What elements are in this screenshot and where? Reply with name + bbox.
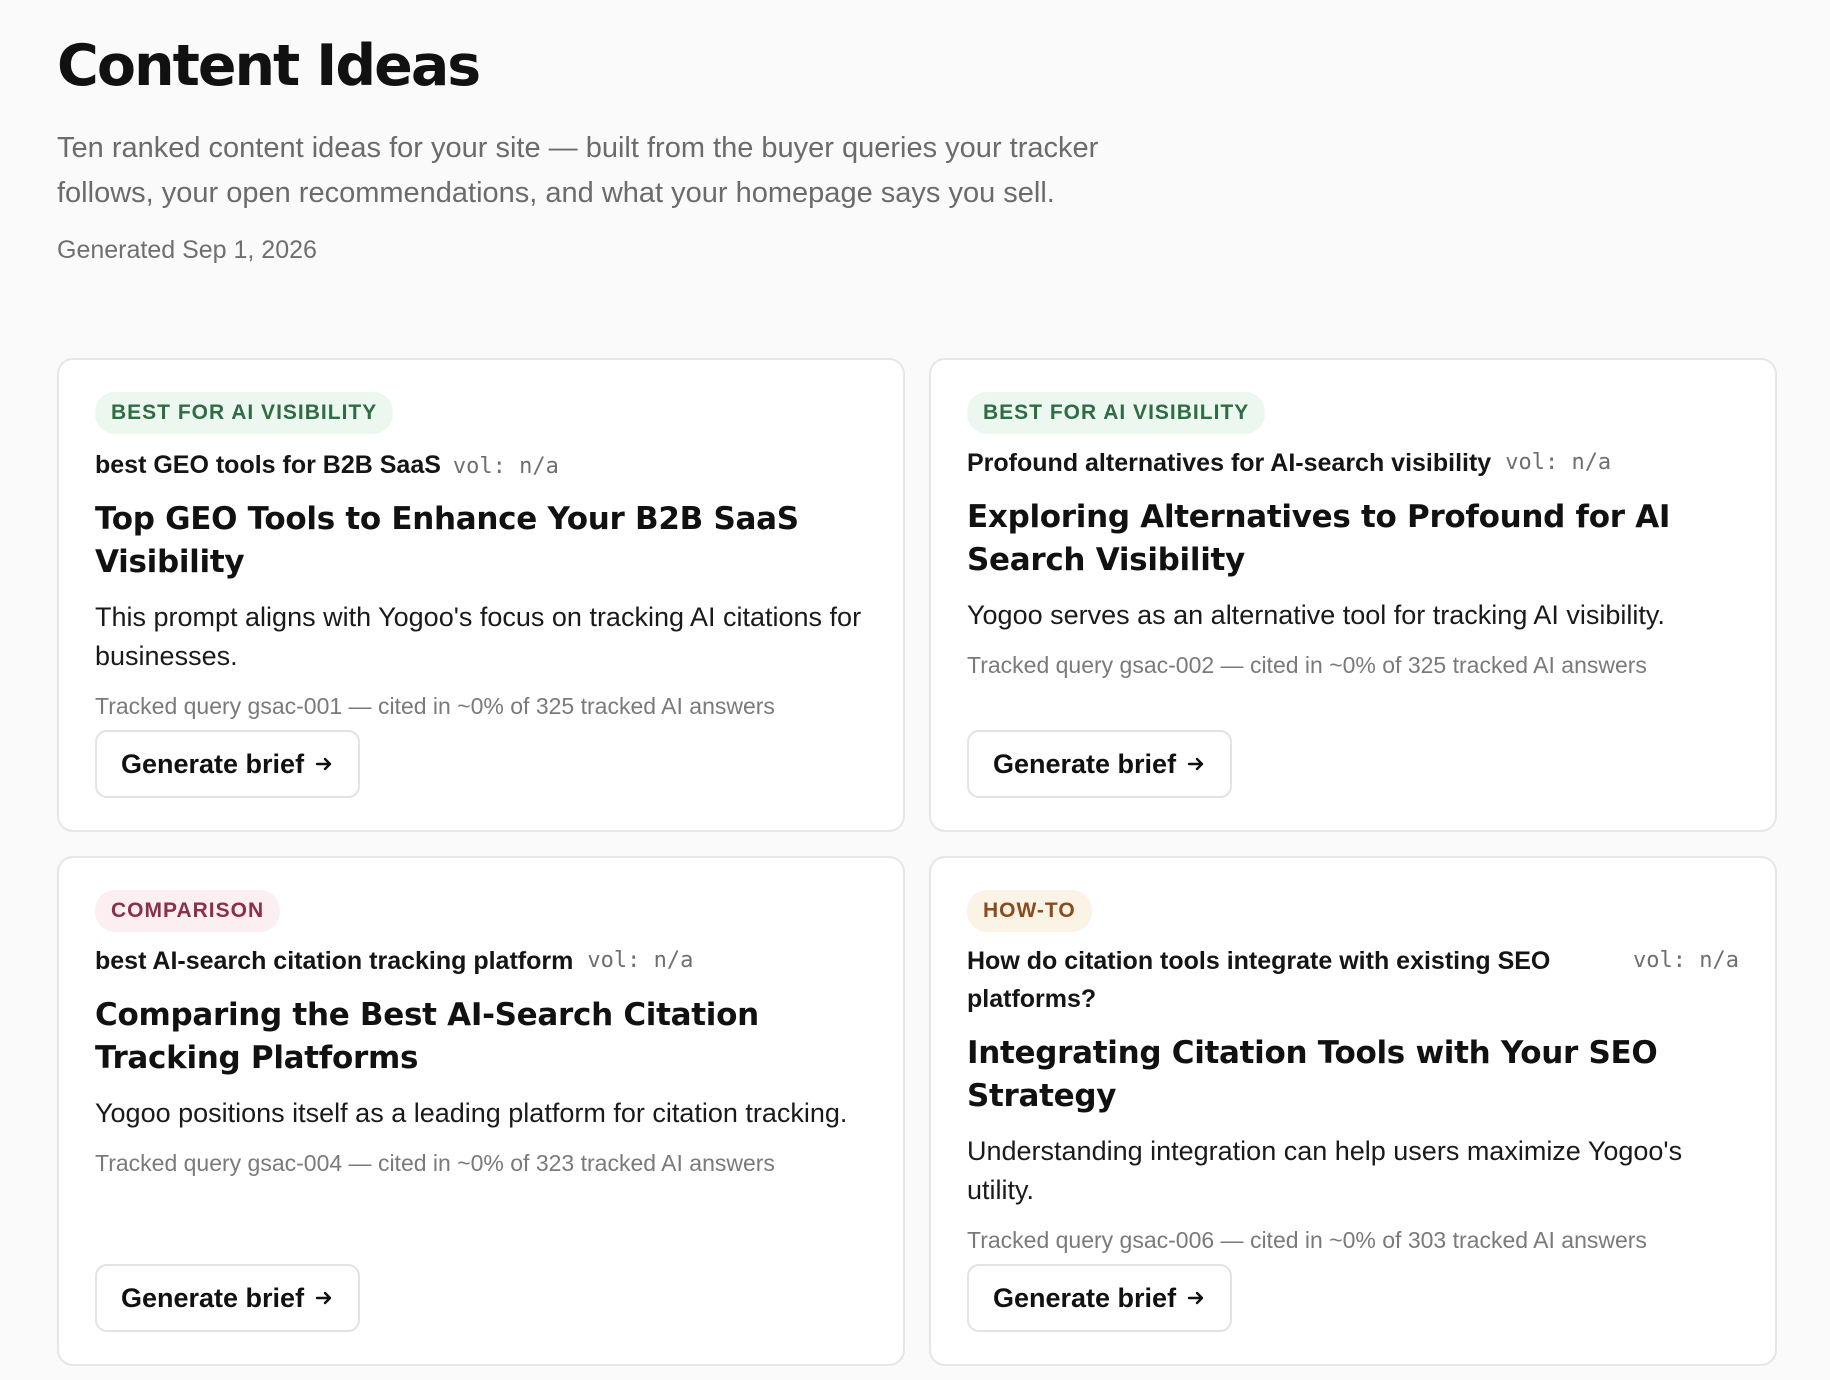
category-badge: COMPARISON bbox=[95, 890, 281, 932]
search-volume: vol: n/a bbox=[1633, 948, 1739, 973]
generate-brief-label: Generate brief bbox=[993, 1282, 1177, 1313]
search-volume: vol: n/a bbox=[1505, 450, 1612, 475]
idea-card: COMPARISON best AI-search citation track… bbox=[57, 856, 905, 1366]
arrow-right-icon bbox=[1186, 1288, 1206, 1308]
page-title: Content Ideas bbox=[57, 33, 481, 99]
page-subtitle: Ten ranked content ideas for your site —… bbox=[57, 132, 1099, 209]
category-badge: BEST FOR AI VISIBILITY bbox=[95, 392, 394, 434]
search-volume: vol: n/a bbox=[587, 948, 694, 973]
idea-card: BEST FOR AI VISIBILITY Profound alternat… bbox=[929, 358, 1777, 832]
content-ideas-page: Content Ideas Ten ranked content ideas f… bbox=[0, 0, 1830, 1380]
generate-brief-button[interactable]: Generate brief bbox=[95, 730, 361, 798]
card-meta: HOW-TO bbox=[967, 890, 1739, 932]
tracked-info: Tracked query gsac-002 — cited in ~0% of… bbox=[967, 652, 1647, 678]
generate-brief-label: Generate brief bbox=[993, 748, 1177, 779]
generate-brief-button[interactable]: Generate brief bbox=[967, 730, 1233, 798]
category-badge: BEST FOR AI VISIBILITY bbox=[967, 392, 1266, 434]
tracked-query: Profound alternatives for AI-search visi… bbox=[967, 449, 1492, 477]
tracked-query: best AI-search citation tracking platfor… bbox=[95, 947, 574, 975]
arrow-right-icon bbox=[314, 754, 334, 774]
generate-brief-label: Generate brief bbox=[121, 1282, 305, 1313]
generate-brief-button[interactable]: Generate brief bbox=[95, 1264, 361, 1332]
card-meta: BEST FOR AI VISIBILITY bbox=[967, 392, 1739, 434]
tracked-info: Tracked query gsac-004 — cited in ~0% of… bbox=[95, 1150, 775, 1176]
ideas-grid: BEST FOR AI VISIBILITY best GEO tools fo… bbox=[57, 358, 1777, 1366]
tracked-query: How do citation tools integrate with exi… bbox=[967, 947, 1551, 1013]
idea-card: BEST FOR AI VISIBILITY best GEO tools fo… bbox=[57, 358, 905, 832]
tracked-query: best GEO tools for B2B SaaS bbox=[95, 451, 441, 479]
arrow-right-icon bbox=[1186, 754, 1206, 774]
tracked-info: Tracked query gsac-006 — cited in ~0% of… bbox=[967, 1227, 1647, 1253]
generated-date: Generated Sep 1, 2026 bbox=[57, 236, 317, 264]
search-volume: vol: n/a bbox=[452, 454, 559, 479]
idea-description: Understanding integration can help users… bbox=[967, 1136, 1683, 1205]
idea-description: Yogoo serves as an alternative tool for … bbox=[967, 600, 1665, 630]
generate-brief-button[interactable]: Generate brief bbox=[967, 1264, 1233, 1332]
query-wrap: best GEO tools for B2B SaaS vol: n/a bbox=[95, 446, 559, 484]
generate-brief-label: Generate brief bbox=[121, 748, 305, 779]
idea-title: Integrating Citation Tools with Your SEO… bbox=[967, 1035, 1658, 1114]
idea-title: Exploring Alternatives to Profound for A… bbox=[967, 499, 1671, 578]
idea-description: This prompt aligns with Yogoo's focus on… bbox=[95, 602, 862, 671]
arrow-right-icon bbox=[314, 1288, 334, 1308]
idea-card: HOW-TO How do citation tools integrate w… bbox=[929, 856, 1777, 1366]
idea-title: Top GEO Tools to Enhance Your B2B SaaS V… bbox=[95, 501, 799, 580]
query-wrap: Profound alternatives for AI-search visi… bbox=[967, 444, 1739, 482]
idea-title: Comparing the Best AI-Search Citation Tr… bbox=[95, 997, 759, 1076]
card-meta: BEST FOR AI VISIBILITY best GEO tools fo… bbox=[95, 392, 867, 484]
category-badge: HOW-TO bbox=[967, 890, 1092, 932]
query-wrap: How do citation tools integrate with exi… bbox=[967, 942, 1739, 1018]
query-wrap: best AI-search citation tracking platfor… bbox=[95, 942, 867, 980]
idea-description: Yogoo positions itself as a leading plat… bbox=[95, 1098, 848, 1128]
card-meta: COMPARISON bbox=[95, 890, 867, 932]
tracked-info: Tracked query gsac-001 — cited in ~0% of… bbox=[95, 693, 775, 719]
